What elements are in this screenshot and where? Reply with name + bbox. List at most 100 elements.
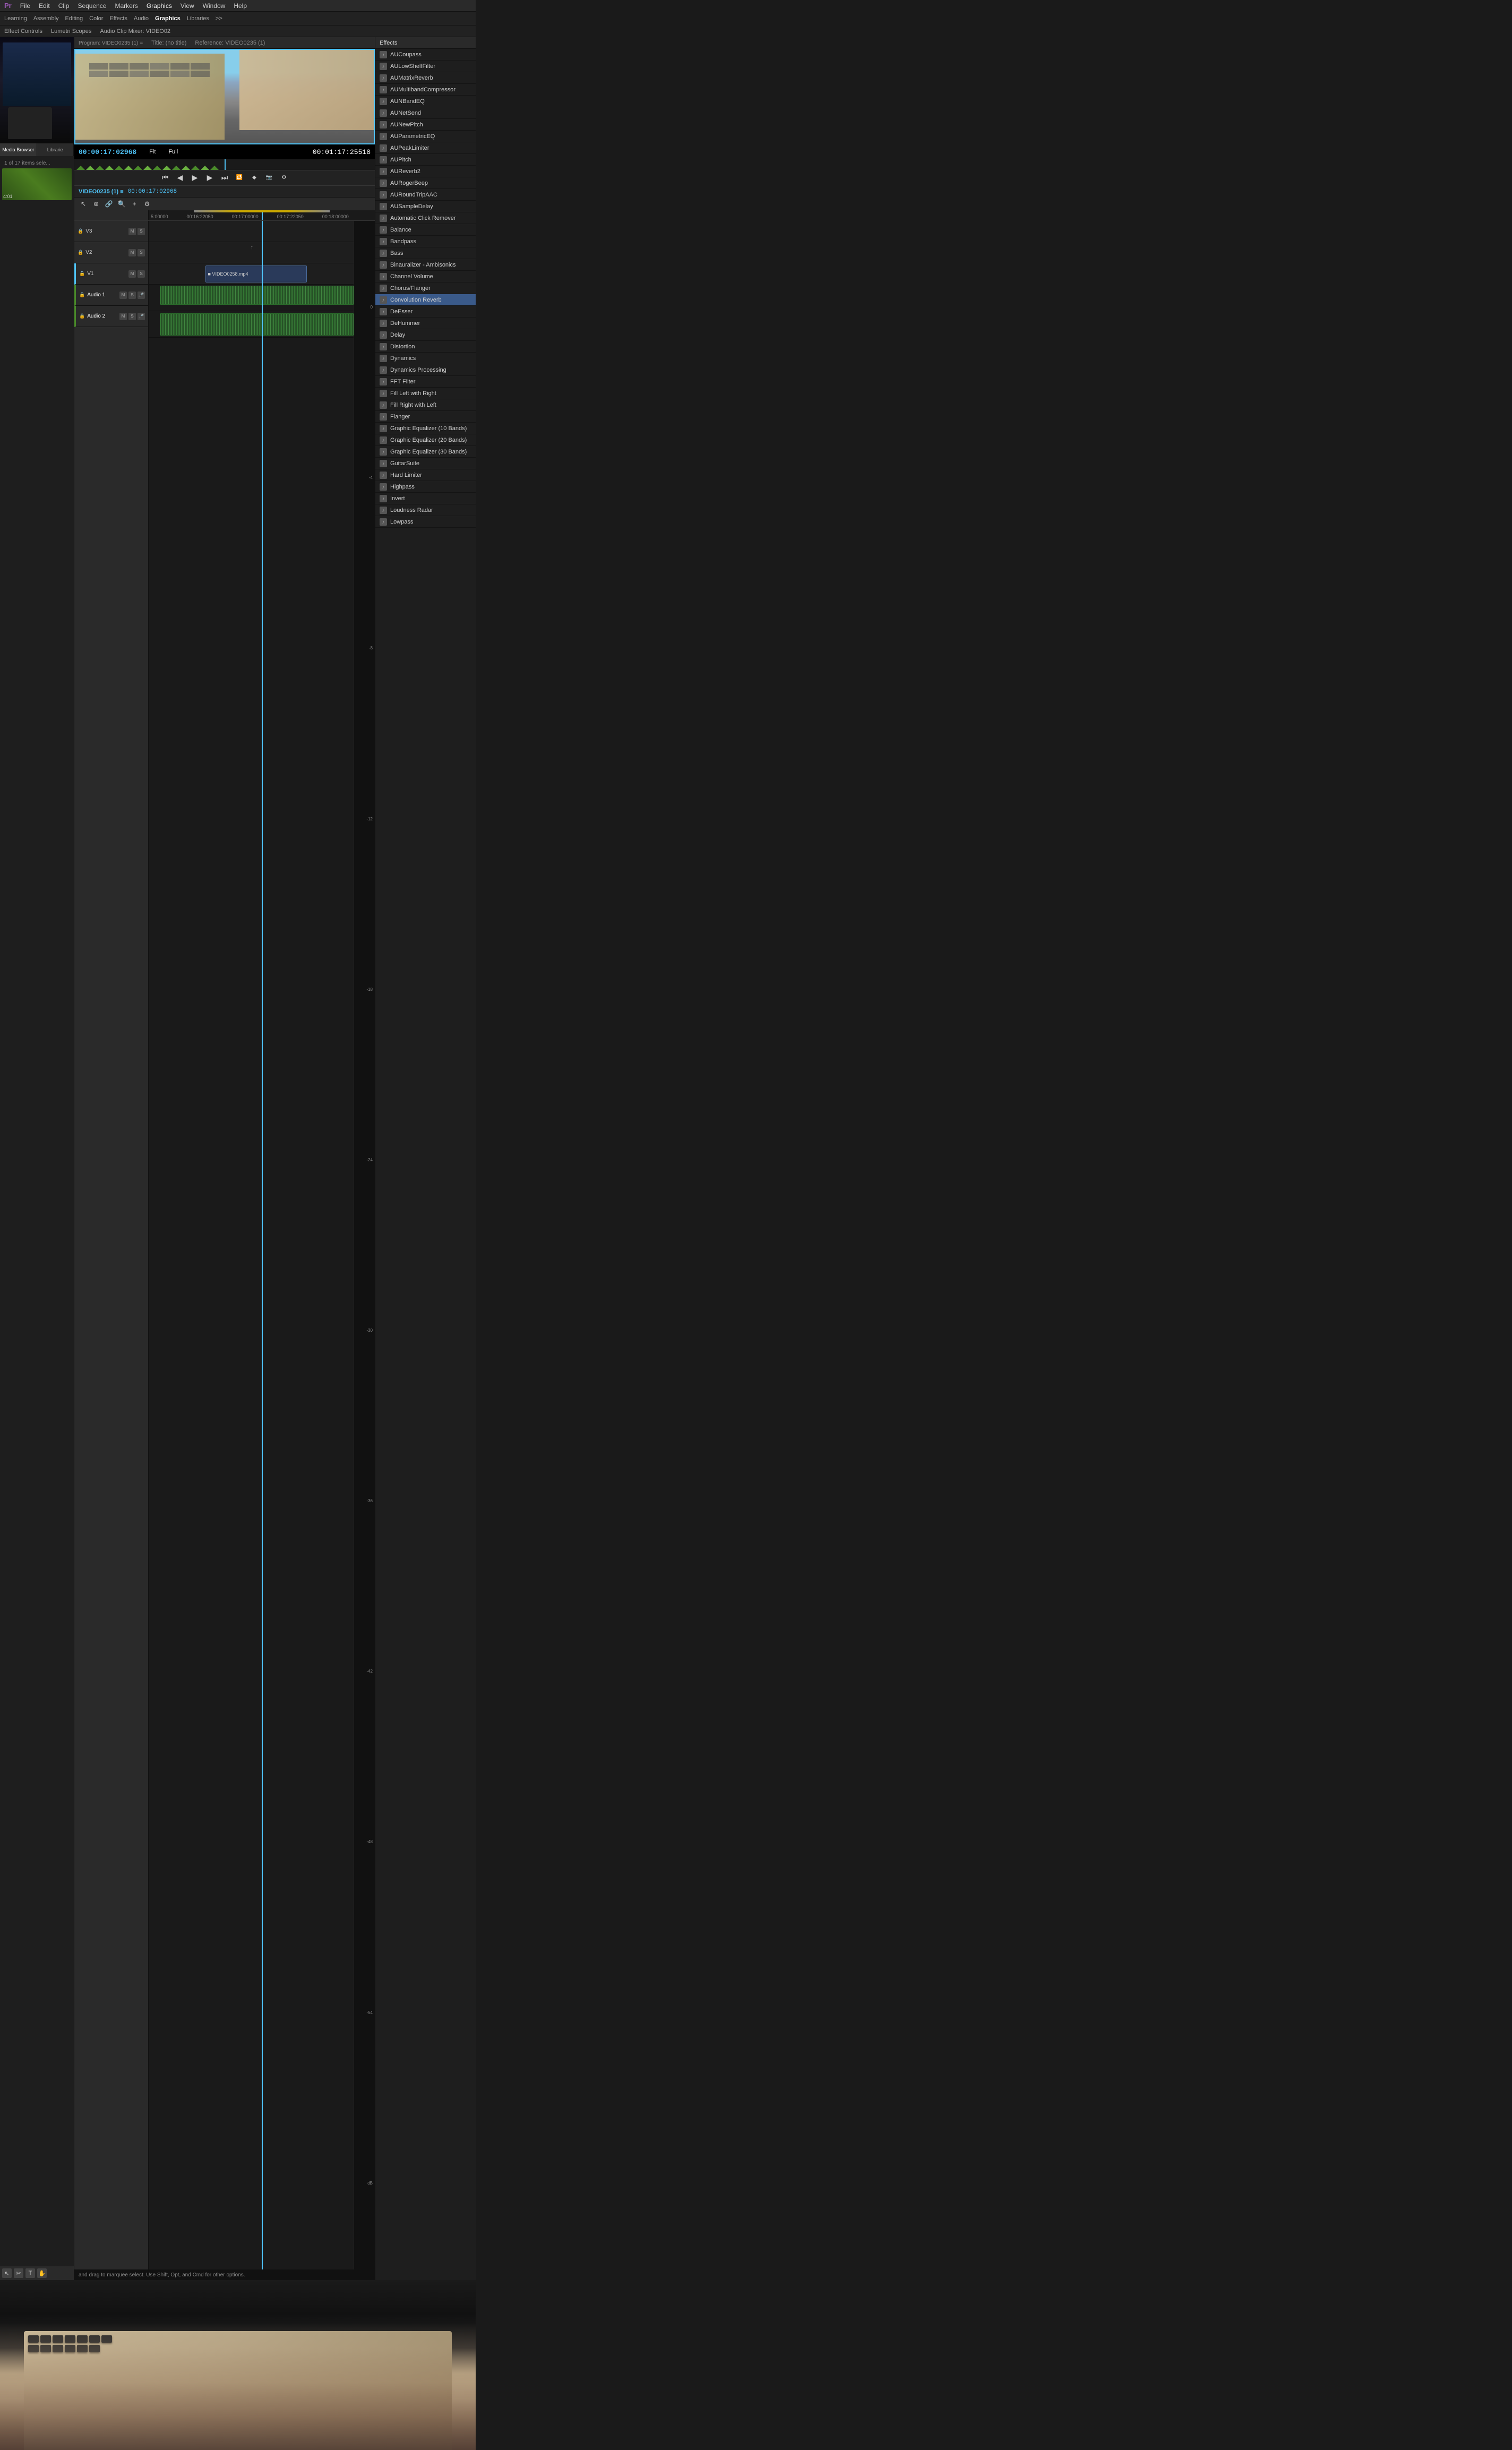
effect-item-chorusflanger[interactable]: ♪Chorus/Flanger [375, 282, 476, 294]
key[interactable] [28, 2345, 39, 2352]
effect-item-aupeaklimiter[interactable]: ♪AUPeakLimiter [375, 142, 476, 154]
effect-item-graphiceq20[interactable]: ♪Graphic Equalizer (20 Bands) [375, 434, 476, 446]
effect-item-lowpass[interactable]: ♪Lowpass [375, 516, 476, 528]
effect-item-aureverb2[interactable]: ♪AUReverb2 [375, 166, 476, 177]
tab-audio-clip-mixer[interactable]: Audio Clip Mixer: VIDEO02 [100, 28, 170, 35]
menu-graphics[interactable]: Graphics [147, 2, 172, 10]
btn-step-back[interactable]: ◀ [175, 173, 185, 182]
workspace-graphics[interactable]: Graphics [155, 15, 181, 22]
key[interactable] [53, 2345, 63, 2352]
key[interactable] [40, 2335, 51, 2343]
track-row-v2[interactable]: ↑ [149, 242, 375, 263]
keyboard[interactable] [24, 2331, 452, 2450]
effect-item-aumatrixreverb[interactable]: ♪AUMatrixReverb [375, 72, 476, 84]
tool-track-select[interactable]: ↖ [79, 200, 88, 208]
tab-effect-controls[interactable]: Effect Controls [4, 28, 42, 35]
effect-item-fillleftwithright[interactable]: ♪Fill Left with Right [375, 388, 476, 399]
btn-marker[interactable]: ◆ [249, 175, 260, 181]
effect-item-dehummer[interactable]: ♪DeHummer [375, 318, 476, 329]
key[interactable] [28, 2335, 39, 2343]
effect-item-ausampledelay[interactable]: ♪AUSampleDelay [375, 201, 476, 212]
track-solo-v1[interactable]: S [138, 270, 145, 278]
track-solo-v2[interactable]: S [138, 249, 145, 256]
effect-item-auparametriceq[interactable]: ♪AUParametricEQ [375, 131, 476, 142]
btn-play-stop[interactable]: ▶ [190, 173, 200, 182]
monitor-timeline[interactable] [74, 159, 375, 170]
key[interactable] [65, 2345, 75, 2352]
key[interactable] [89, 2345, 100, 2352]
menu-sequence[interactable]: Sequence [78, 2, 106, 10]
effect-item-dynamics[interactable]: ♪Dynamics [375, 353, 476, 364]
track-solo-v3[interactable]: S [138, 228, 145, 235]
tracks-area[interactable]: ↑ ■ VIDEO0258.mp4 [149, 221, 375, 2269]
track-mute-v2[interactable]: M [128, 249, 136, 256]
track-mute-v3[interactable]: M [128, 228, 136, 235]
effect-item-aucoupass[interactable]: ♪AUCoupass [375, 49, 476, 61]
effect-item-auroundtripaac[interactable]: ♪AURoundTripAAC [375, 189, 476, 201]
workspace-effects[interactable]: Effects [109, 15, 127, 22]
workspace-learning[interactable]: Learning [4, 15, 27, 22]
workspace-libraries[interactable]: Libraries [187, 15, 209, 22]
effect-item-balance[interactable]: ♪Balance [375, 224, 476, 236]
tool-timeline-zoom[interactable]: 🔍 [117, 200, 126, 208]
effect-item-aupitch[interactable]: ♪AUPitch [375, 154, 476, 166]
effect-item-aunbandeq[interactable]: ♪AUNBandEQ [375, 96, 476, 107]
tool-select[interactable]: ↖ [2, 2268, 12, 2278]
tool-insert[interactable]: + [130, 200, 139, 208]
full-label[interactable]: Full [168, 149, 178, 155]
menu-file[interactable]: File [20, 2, 30, 10]
track-row-a1[interactable] [149, 285, 375, 311]
menu-view[interactable]: View [181, 2, 194, 10]
effect-item-bass[interactable]: ♪Bass [375, 247, 476, 259]
effect-item-loudnessradar[interactable]: ♪Loudness Radar [375, 504, 476, 516]
effect-item-graphiceq10[interactable]: ♪Graphic Equalizer (10 Bands) [375, 423, 476, 434]
track-mute-a2[interactable]: M [119, 313, 127, 320]
tool-zoom[interactable]: T [25, 2268, 35, 2278]
track-mic-a1[interactable]: 🎤 [138, 292, 145, 299]
tool-hand[interactable]: ✋ [37, 2268, 47, 2278]
workspace-more[interactable]: >> [216, 15, 222, 22]
track-mute-v1[interactable]: M [128, 270, 136, 278]
menu-markers[interactable]: Markers [115, 2, 138, 10]
tab-lumetri-scopes[interactable]: Lumetri Scopes [51, 28, 91, 35]
track-mic-a2[interactable]: 🎤 [138, 313, 145, 320]
menu-help[interactable]: Help [234, 2, 247, 10]
effect-item-fftfilter[interactable]: ♪FFT Filter [375, 376, 476, 388]
workspace-color[interactable]: Color [89, 15, 103, 22]
menu-clip[interactable]: Clip [58, 2, 70, 10]
workspace-audio[interactable]: Audio [134, 15, 149, 22]
effect-item-aulowshelffilter[interactable]: ♪AULowShelfFilter [375, 61, 476, 72]
ruler-area[interactable]: 5:00000 00:16:22050 00:17:00000 00:17:22… [149, 210, 375, 220]
effect-item-bandpass[interactable]: ♪Bandpass [375, 236, 476, 247]
timeline-ruler[interactable]: 5:00000 00:16:22050 00:17:00000 00:17:22… [74, 210, 375, 221]
work-area-bar[interactable] [194, 210, 330, 212]
track-solo-a2[interactable]: S [128, 313, 136, 320]
video-clip-v1[interactable]: ■ VIDEO0258.mp4 [205, 265, 307, 282]
key[interactable] [77, 2335, 88, 2343]
track-row-v1[interactable]: ■ VIDEO0258.mp4 [149, 263, 375, 285]
effect-item-highpass[interactable]: ♪Highpass [375, 481, 476, 493]
menu-window[interactable]: Window [203, 2, 226, 10]
key[interactable] [40, 2345, 51, 2352]
effect-item-flanger[interactable]: ♪Flanger [375, 411, 476, 423]
effect-item-binauraizer[interactable]: ♪Binauralizer - Ambisonics [375, 259, 476, 271]
key[interactable] [89, 2335, 100, 2343]
key[interactable] [101, 2335, 112, 2343]
btn-export[interactable]: 📷 [264, 175, 274, 181]
btn-loop[interactable]: 🔁 [234, 175, 245, 181]
tool-edit-select[interactable]: ⊕ [91, 200, 101, 208]
effect-item-automaticclickremover[interactable]: ♪Automatic Click Remover [375, 212, 476, 224]
effect-item-distortion[interactable]: ♪Distortion [375, 341, 476, 353]
libraries-tab[interactable]: Librarie [37, 143, 74, 156]
track-row-v3[interactable] [149, 221, 375, 242]
track-mute-a1[interactable]: M [119, 292, 127, 299]
tool-razor[interactable]: ✂ [14, 2268, 23, 2278]
effect-item-graphiceq30[interactable]: ♪Graphic Equalizer (30 Bands) [375, 446, 476, 458]
menu-edit[interactable]: Edit [39, 2, 50, 10]
btn-skip-forward[interactable]: ⏭ [219, 173, 230, 182]
btn-settings[interactable]: ⚙ [279, 175, 289, 181]
effect-item-convolutionreverb[interactable]: ♪Convolution Reverb [375, 294, 476, 306]
effect-item-fillrightwithleft[interactable]: ♪Fill Right with Left [375, 399, 476, 411]
timecode-in-display[interactable]: 00:00:17:02968 [79, 148, 136, 156]
fit-label[interactable]: Fit [149, 149, 156, 155]
